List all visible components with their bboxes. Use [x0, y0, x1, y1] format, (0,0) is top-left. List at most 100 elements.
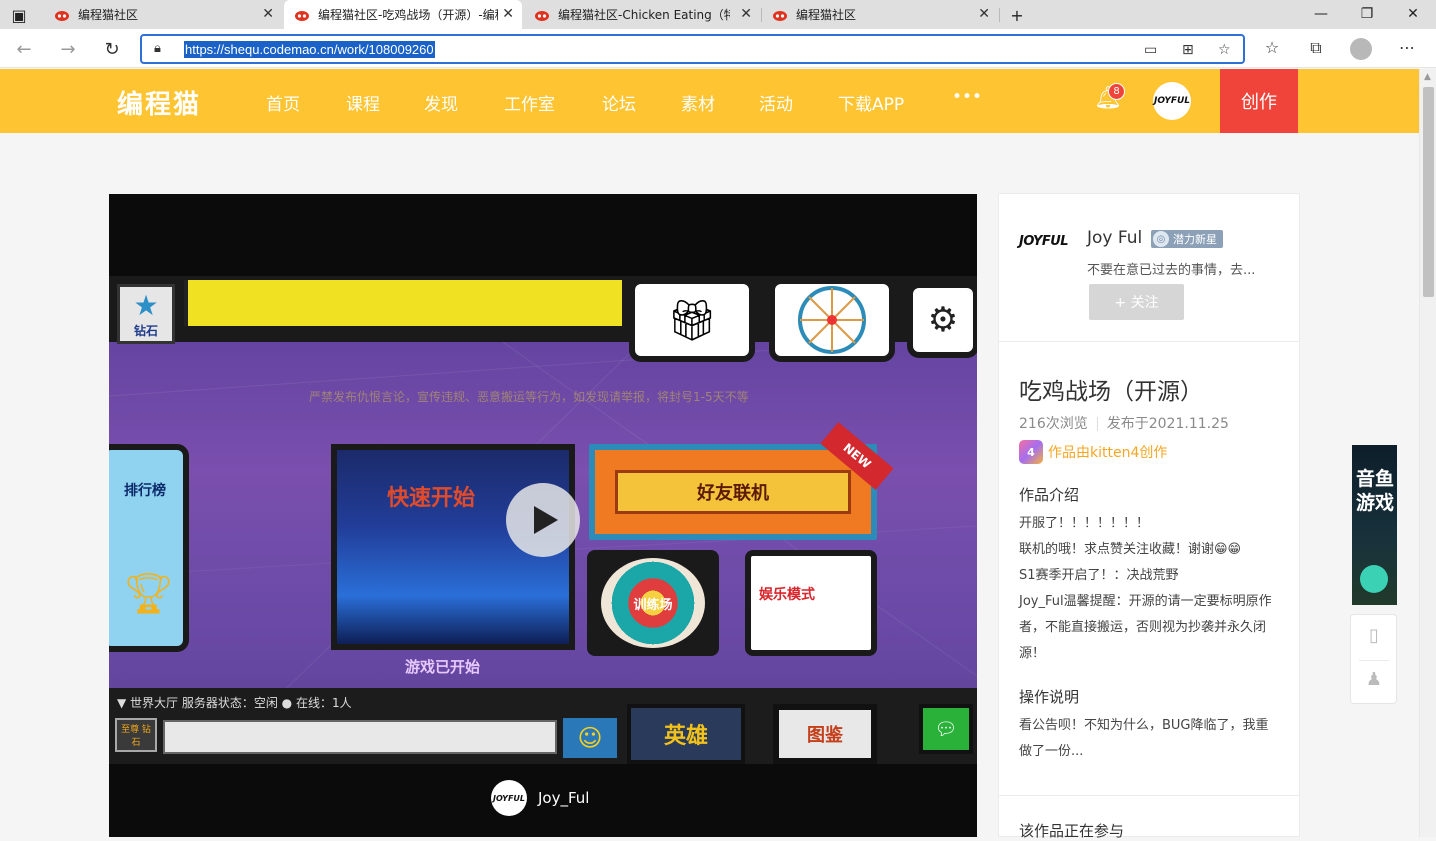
publish-date: 发布于2021.11.25 [1106, 416, 1229, 432]
read-aloud-icon[interactable]: ▭ [1144, 42, 1157, 58]
rank-label: 排行榜 [124, 483, 166, 499]
user-avatar[interactable]: JOYFUL [1153, 82, 1191, 120]
page-scrollbar[interactable]: ▲ [1419, 69, 1436, 837]
game-notice: 严禁发布仇恨言论，宣传违规、恶意搬运等行为，如发现请举报，将封号1-5天不等 [309, 390, 749, 404]
fast-start-label: 快速开始 [387, 486, 476, 511]
kitten4-icon: 4 [1019, 440, 1043, 464]
tab-actions-icon[interactable]: ▣ [8, 4, 30, 26]
author-name[interactable]: Joy Ful [1087, 228, 1142, 248]
ops-text: 看公告呗！不知为什么，BUG降临了，我重做了一份... [1019, 718, 1269, 759]
back-icon[interactable]: ← [12, 37, 36, 61]
site-header: 编程猫 首页 课程 发现 工作室 论坛 素材 活动 下载APP ••• 🔔︎ 8… [0, 69, 1419, 133]
tab-separator [999, 8, 1000, 22]
browser-tab-3[interactable]: 编程猫社区-Chicken Eating（特殊版本） ✕ [524, 0, 760, 29]
smiley-icon: ☺ [563, 718, 617, 758]
add-favorite-icon[interactable]: ☆ [1218, 42, 1231, 58]
nav-events[interactable]: 活动 [759, 90, 793, 115]
friends-online-label: 好友联机 [615, 470, 851, 514]
work-info-card: JOYFUL Joy Ful ◎ 潜力新星 不要在意已过去的事情，去... + … [998, 193, 1300, 840]
follow-button[interactable]: + 关注 [1089, 284, 1184, 320]
author-avatar[interactable]: JOYFUL [491, 780, 527, 816]
kitten-source[interactable]: 4 作品由kitten4创作 [1019, 440, 1167, 464]
world-lobby-status: ▼ 世界大厅 服务器状态：空闲 ● 在线：1人 [117, 696, 352, 710]
more-menu-icon[interactable]: ⋯ [1396, 38, 1418, 57]
url-text[interactable]: https://shequ.codemao.cn/work/108009260 [184, 41, 435, 58]
browser-tab-1[interactable]: 编程猫社区 ✕ [44, 0, 282, 29]
tab-title: 编程猫社区-吃鸡战场（开源）-编程猫社区 [318, 8, 498, 22]
nav-download-app[interactable]: 下载APP [838, 90, 904, 115]
codemao-favicon [295, 10, 309, 21]
collections-icon[interactable]: ⧉ [1305, 38, 1327, 58]
rank-badge-label: 潜力新星 [1173, 233, 1217, 246]
author-motto: 不要在意已过去的事情，去... [1087, 263, 1256, 278]
wechat-icon: 💬︎ [919, 704, 973, 754]
codemao-favicon [773, 10, 787, 21]
close-tab-icon[interactable]: ✕ [262, 6, 274, 22]
work-player[interactable]: ★ 钻石 🎁︎ ⚙︎ 严禁发布仇恨言论，宣传违规、恶意搬运等行为，如发现请举报，将… [109, 194, 977, 837]
author-rank-badge: ◎ 潜力新星 [1151, 230, 1223, 248]
author-logo-avatar[interactable]: JOYFUL [1019, 234, 1075, 264]
close-tab-icon[interactable]: ✕ [978, 6, 990, 22]
floating-ad-banner[interactable]: 音鱼游戏 [1352, 445, 1397, 605]
apps-icon[interactable]: ⊞ [1182, 42, 1194, 58]
nav-home[interactable]: 首页 [266, 90, 300, 115]
fun-mode-label: 娱乐模式 [759, 587, 815, 603]
browser-tab-4[interactable]: 编程猫社区 ✕ [762, 0, 998, 29]
ad-text: 音鱼游戏 [1355, 468, 1394, 514]
scroll-up-icon[interactable]: ▲ [1424, 72, 1431, 82]
intro-line: 开服了！！！！！！！ [1019, 516, 1150, 531]
nav-materials[interactable]: 素材 [681, 90, 715, 115]
diamond-label: 钻石 [133, 324, 158, 338]
new-tab-button[interactable]: + [1006, 4, 1028, 26]
scroll-thumb[interactable] [1423, 87, 1434, 297]
divider [999, 341, 1299, 342]
diamond-tile: ★ 钻石 [117, 284, 175, 344]
work-title: 吃鸡战场（开源） [1019, 379, 1203, 405]
tab-title: 编程猫社区 [796, 8, 857, 22]
notification-badge: 8 [1108, 83, 1125, 100]
play-button[interactable] [506, 483, 580, 557]
mobile-icon[interactable]: ▯ [1363, 625, 1385, 651]
url-field[interactable]: 🔒︎ https://shequ.codemao.cn/work/1080092… [140, 34, 1245, 64]
lucky-wheel-tile [769, 278, 895, 362]
trophy-icon: 🏆︎ [123, 571, 174, 617]
nav-studio[interactable]: 工作室 [504, 90, 555, 115]
restore-icon[interactable]: ❐ [1354, 4, 1380, 24]
close-tab-icon[interactable]: ✕ [502, 6, 514, 22]
nav-more[interactable]: ••• [952, 87, 982, 107]
close-window-icon[interactable]: ✕ [1400, 4, 1426, 24]
minimize-icon[interactable]: — [1308, 4, 1334, 24]
qq-icon[interactable]: ♟︎ [1363, 669, 1385, 695]
author-name[interactable]: Joy_Ful [538, 789, 589, 807]
tab-title: 编程猫社区 [78, 8, 139, 22]
browser-tab-2-active[interactable]: 编程猫社区-吃鸡战场（开源）-编程猫社区 ✕ [284, 0, 522, 29]
medal-icon: ◎ [1153, 231, 1169, 247]
player-author[interactable]: JOYFUL Joy_Ful [491, 780, 589, 816]
site-logo[interactable]: 编程猫 [117, 84, 201, 121]
favorites-icon[interactable]: ☆ [1261, 38, 1283, 57]
game-chat-input [163, 720, 557, 754]
ops-heading: 操作说明 [1019, 688, 1080, 706]
close-tab-icon[interactable]: ✕ [740, 6, 752, 22]
work-meta: 216次浏览 发布于2021.11.25 [1019, 413, 1229, 433]
nav-forum[interactable]: 论坛 [602, 90, 636, 115]
intro-line: Joy_Ful温馨提醒：开源的请一定要标明原作者，不能直接搬运，否则视为抄袭并永… [1019, 594, 1272, 661]
rank-panel: 排行榜 🏆︎ [109, 444, 189, 652]
gift-tile: 🎁︎ [629, 278, 755, 362]
refresh-icon[interactable]: ↻ [100, 37, 124, 61]
game-bottom-strip: ▼ 世界大厅 服务器状态：空闲 ● 在线：1人 至尊 钻石 ☺ 英雄 图鉴 💬︎ [109, 688, 977, 764]
browser-tab-bar: ▣ 编程猫社区 ✕ 编程猫社区-吃鸡战场（开源）-编程猫社区 ✕ 编程猫社区-C… [0, 0, 1436, 29]
forward-icon[interactable]: → [56, 37, 80, 61]
codemao-favicon [535, 10, 549, 21]
tab-title: 编程猫社区-Chicken Eating（特殊版本） [558, 8, 730, 22]
training-label: 训练场 [601, 558, 705, 648]
profile-avatar[interactable] [1350, 38, 1372, 60]
nav-discover[interactable]: 发现 [424, 90, 458, 115]
training-tile: 训练场 [587, 550, 719, 656]
intro-line: 联机的哦！求点赞关注收藏！谢谢😁😁 [1019, 542, 1242, 557]
kitten-source-label[interactable]: 作品由kitten4创作 [1048, 442, 1167, 462]
create-button[interactable]: 创作 [1220, 69, 1298, 133]
ad-character-image [1360, 565, 1388, 593]
play-icon [534, 506, 558, 534]
nav-courses[interactable]: 课程 [346, 90, 380, 115]
